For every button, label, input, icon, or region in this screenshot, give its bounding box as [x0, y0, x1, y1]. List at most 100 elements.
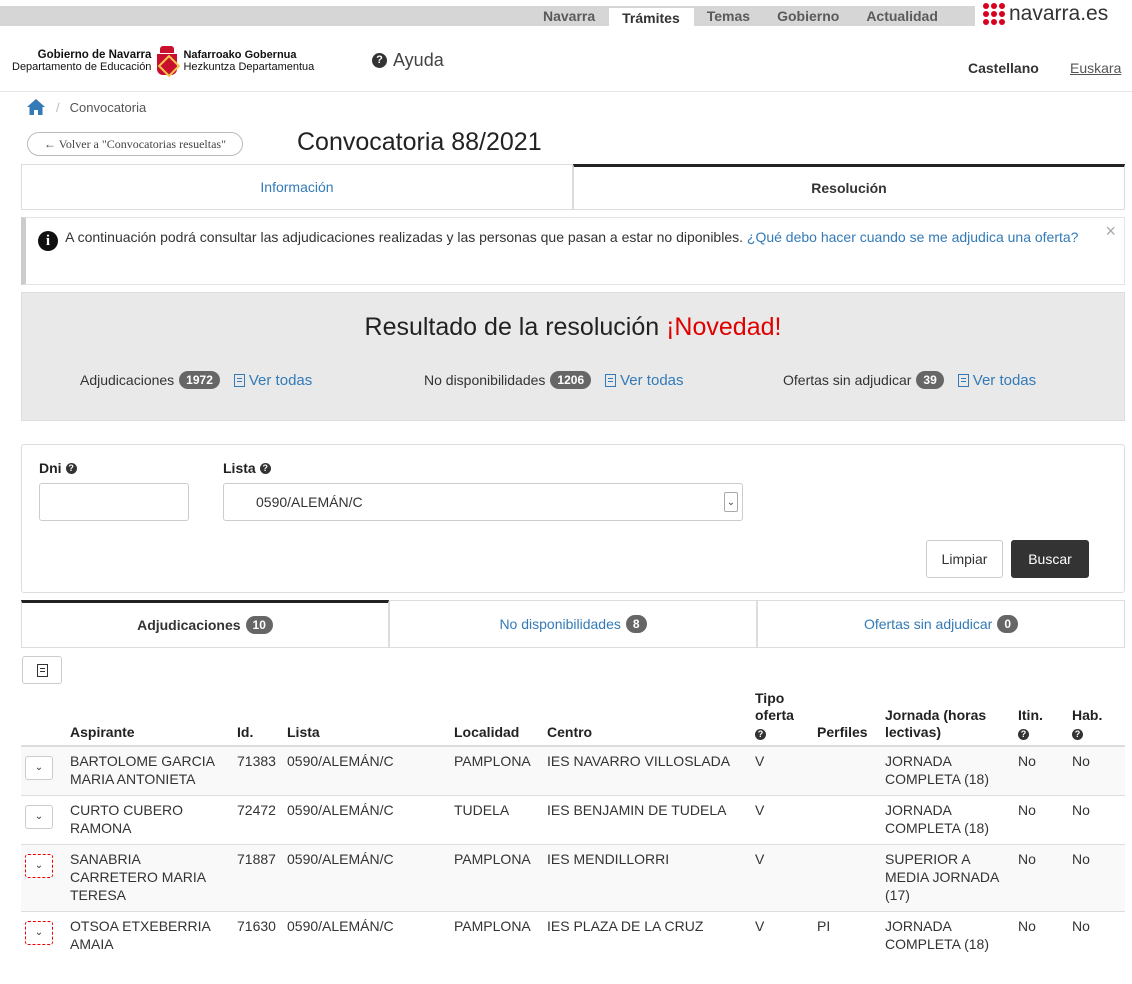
tab-adjudicaciones[interactable]: Adjudicaciones 10 — [21, 600, 389, 647]
gobierno-logo[interactable]: Gobierno de Navarra Departamento de Educ… — [12, 46, 314, 76]
home-icon[interactable] — [26, 98, 46, 116]
question-circle-icon[interactable]: ? — [259, 462, 271, 474]
help-link[interactable]: ? Ayuda — [372, 50, 444, 71]
cell-tipo: V — [751, 795, 813, 845]
topnav-item-actualidad[interactable]: Actualidad — [853, 6, 952, 26]
header-hab[interactable]: Hab. ? — [1068, 690, 1125, 747]
back-button[interactable]: ← Volver a "Convocatorias resueltas" — [27, 132, 243, 156]
cell-itin: No — [1014, 795, 1068, 845]
document-icon — [605, 373, 617, 387]
cell-lista: 0590/ALEMÁN/C — [283, 745, 450, 796]
alert-text: A continuación podrá consultar las adjud… — [65, 229, 744, 245]
stat-label: No disponibilidades — [424, 372, 546, 388]
cell-tipo: V — [751, 745, 813, 796]
header-id[interactable]: Id. — [233, 690, 283, 747]
header-centro[interactable]: Centro — [543, 690, 751, 747]
top-nav: Navarra Trámites Temas Gobierno Actualid… — [530, 6, 952, 26]
cell-localidad: PAMPLONA — [450, 844, 543, 912]
page-title: Convocatoria 88/2021 — [297, 128, 542, 156]
header-aspirante[interactable]: Aspirante — [66, 690, 233, 747]
tab-label: No disponibilidades — [499, 616, 621, 632]
ver-todas-adjudicaciones-link[interactable]: Ver todas — [233, 371, 313, 389]
topnav-item-navarra[interactable]: Navarra — [530, 6, 609, 26]
stat-ofertas-sin-adjudicar: Ofertas sin adjudicar 39 Ver todas — [783, 371, 1036, 389]
shield-icon — [156, 46, 178, 76]
header-itin[interactable]: Itin. ? — [1014, 690, 1068, 747]
cell-tipo: V — [751, 844, 813, 912]
cell-jornada: JORNADA COMPLETA (18) — [881, 745, 1014, 796]
cell-jornada: JORNADA COMPLETA (18) — [881, 795, 1014, 845]
cell-aspirante: CURTO CUBERO RAMONA — [66, 795, 233, 845]
lista-label: Lista ? — [223, 460, 271, 476]
cell-aspirante: BARTOLOME GARCIA MARIA ANTONIETA — [66, 745, 233, 796]
stat-label: Ofertas sin adjudicar — [783, 372, 912, 388]
dni-label: Dni ? — [39, 460, 77, 476]
lang-castellano[interactable]: Castellano — [968, 60, 1039, 76]
chevron-down-icon[interactable]: ⌄ — [25, 756, 53, 780]
dni-input[interactable] — [39, 483, 189, 521]
ver-todas-label: Ver todas — [248, 371, 313, 389]
cell-itin: No — [1014, 745, 1068, 796]
tab-resolucion[interactable]: Resolución — [573, 164, 1125, 209]
header-tipo-oferta[interactable]: Tipo oferta ? — [751, 690, 813, 747]
table-row: ⌄ CURTO CUBERO RAMONA 72472 0590/ALEMÁN/… — [21, 795, 1125, 845]
header-itin-label: Itin. — [1018, 707, 1043, 723]
clear-button[interactable]: Limpiar — [926, 540, 1003, 578]
question-circle-icon[interactable]: ? — [1072, 729, 1083, 740]
cell-centro: IES NAVARRO VILLOSLADA — [543, 745, 751, 796]
cell-aspirante: SANABRIA CARRETERO MARIA TERESA — [66, 844, 233, 912]
main-tabs: Información Resolución — [21, 164, 1125, 210]
question-circle-icon[interactable]: ? — [755, 729, 766, 740]
alert-help-link[interactable]: ¿Qué debo hacer cuando se me adjudica un… — [747, 229, 1079, 245]
chevron-down-icon[interactable]: ⌄ — [25, 921, 53, 945]
lista-select[interactable]: 0590/ALEMÁN/C ⌄ — [223, 483, 743, 521]
cell-centro: IES BENJAMIN DE TUDELA — [543, 795, 751, 845]
header-localidad[interactable]: Localidad — [450, 690, 543, 747]
tab-informacion[interactable]: Información — [21, 164, 573, 209]
cell-itin: No — [1014, 911, 1068, 960]
chevron-down-icon[interactable]: ⌄ — [25, 854, 53, 878]
tab-ofertas-sin-adjudicar[interactable]: Ofertas sin adjudicar 0 — [757, 600, 1125, 647]
question-circle-icon[interactable]: ? — [65, 462, 77, 474]
info-icon: i — [38, 231, 58, 251]
ver-todas-no-disponibilidades-link[interactable]: Ver todas — [605, 372, 684, 389]
expand-cell: ⌄ — [21, 745, 66, 796]
cell-lista: 0590/ALEMÁN/C — [283, 911, 450, 960]
table-row: ⌄ BARTOLOME GARCIA MARIA ANTONIETA 71383… — [21, 745, 1125, 796]
expand-cell: ⌄ — [21, 844, 66, 912]
export-button[interactable] — [22, 656, 62, 684]
close-icon[interactable]: × — [1105, 222, 1116, 240]
expand-cell: ⌄ — [21, 795, 66, 845]
ver-todas-ofertas-link[interactable]: Ver todas — [957, 372, 1036, 389]
header-jornada[interactable]: Jornada (horas lectivas) — [881, 690, 1014, 747]
header-lista[interactable]: Lista — [283, 690, 450, 747]
cell-lista: 0590/ALEMÁN/C — [283, 795, 450, 845]
cell-localidad: TUDELA — [450, 795, 543, 845]
lang-euskara[interactable]: Euskara — [1070, 60, 1121, 76]
stat-no-disponibilidades: No disponibilidades 1206 Ver todas — [424, 371, 684, 389]
navarra-brand-link[interactable]: navarra.es — [983, 2, 1108, 26]
cell-hab: No — [1068, 795, 1125, 845]
cell-hab: No — [1068, 745, 1125, 796]
filter-panel: Dni ? Lista ? 0590/ALEMÁN/C ⌄ Limpiar Bu… — [21, 444, 1125, 593]
topnav-item-temas[interactable]: Temas — [694, 6, 764, 26]
search-button[interactable]: Buscar — [1011, 540, 1089, 578]
stat-adjudicaciones: Adjudicaciones 1972 Ver todas — [80, 371, 312, 389]
header-perfiles[interactable]: Perfiles — [813, 690, 881, 747]
tab-label: Ofertas sin adjudicar — [863, 616, 993, 632]
topnav-item-tramites[interactable]: Trámites — [609, 6, 694, 26]
logo-left-line2: Departamento de Educación — [12, 61, 152, 73]
document-icon — [957, 373, 969, 387]
breadcrumb-separator: / — [56, 99, 60, 115]
chevron-down-icon[interactable]: ⌄ — [25, 805, 53, 829]
question-circle-icon[interactable]: ? — [1018, 729, 1029, 740]
cell-perfiles — [813, 844, 881, 912]
topnav-item-gobierno[interactable]: Gobierno — [764, 6, 853, 26]
logo-left-text: Gobierno de Navarra Departamento de Educ… — [12, 49, 151, 73]
cell-localidad: PAMPLONA — [450, 911, 543, 960]
cell-aspirante: OTSOA ETXEBERRIA AMAIA — [66, 911, 233, 960]
breadcrumb-current: Convocatoria — [69, 99, 147, 115]
table-row: ⌄ SANABRIA CARRETERO MARIA TERESA 71887 … — [21, 844, 1125, 912]
tab-no-disponibilidades[interactable]: No disponibilidades 8 — [389, 600, 757, 647]
top-bar: Navarra Trámites Temas Gobierno Actualid… — [0, 0, 1132, 26]
